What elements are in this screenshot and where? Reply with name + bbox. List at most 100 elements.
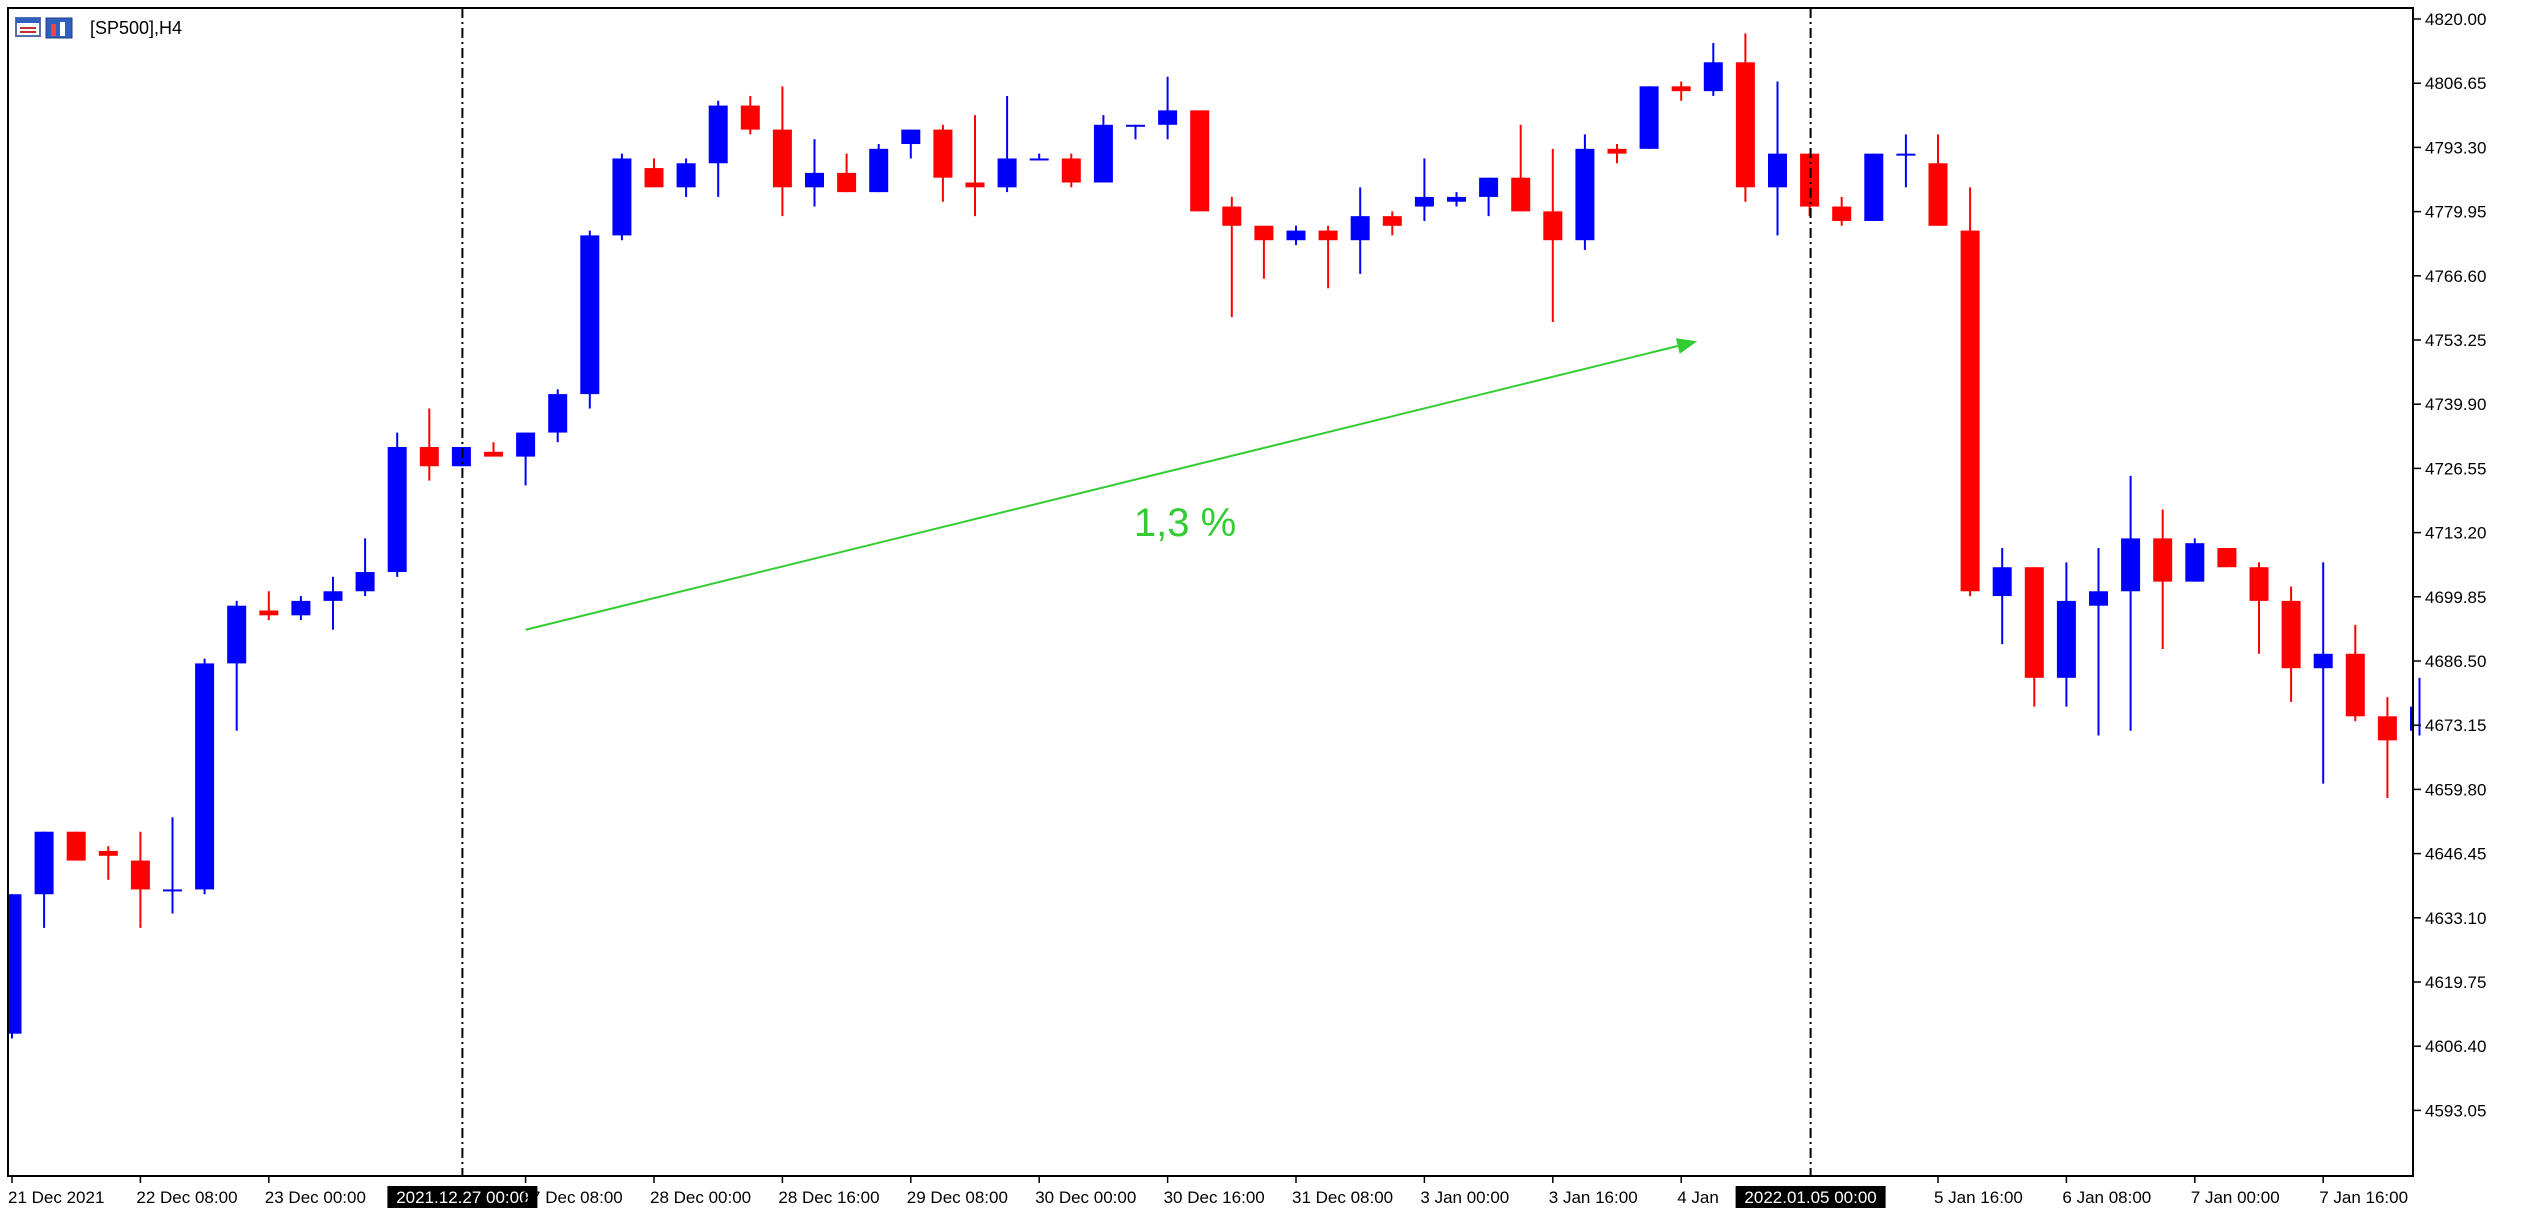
candle-body bbox=[997, 158, 1017, 188]
y-tick-label: 4793.30 bbox=[2425, 138, 2486, 157]
chart-background bbox=[0, 0, 2522, 1222]
candle-body bbox=[1158, 110, 1178, 125]
candle[interactable] bbox=[1639, 86, 1659, 149]
candle-body bbox=[1414, 196, 1434, 207]
y-tick-label: 4686.50 bbox=[2425, 652, 2486, 671]
candle-body bbox=[195, 663, 215, 890]
candle[interactable] bbox=[195, 658, 215, 895]
candle-body bbox=[1061, 158, 1081, 183]
candle[interactable] bbox=[1575, 134, 1595, 250]
candle-body bbox=[1093, 124, 1113, 183]
candle-body bbox=[1575, 148, 1595, 241]
x-tick-label: 5 Jan 16:00 bbox=[1934, 1188, 2023, 1207]
x-tick-label: 30 Dec 16:00 bbox=[1164, 1188, 1265, 1207]
candle-body bbox=[1896, 153, 1916, 156]
candle-body bbox=[66, 831, 86, 861]
candle-body bbox=[740, 105, 760, 130]
y-tick-label: 4713.20 bbox=[2425, 524, 2486, 543]
candle-body bbox=[772, 129, 792, 188]
candle-body bbox=[901, 129, 921, 145]
candle[interactable] bbox=[9, 894, 22, 1039]
candle-body bbox=[1286, 230, 1306, 241]
y-tick-label: 4753.25 bbox=[2425, 331, 2486, 350]
candle-body bbox=[1607, 148, 1627, 154]
x-tick-label: 31 Dec 08:00 bbox=[1292, 1188, 1393, 1207]
candle-body bbox=[2024, 567, 2044, 678]
y-tick-label: 4726.55 bbox=[2425, 459, 2486, 478]
candle-body bbox=[676, 163, 696, 188]
candle[interactable] bbox=[1864, 153, 1884, 221]
candle[interactable] bbox=[580, 230, 600, 409]
x-tick-label: 28 Dec 00:00 bbox=[650, 1188, 751, 1207]
candle-body bbox=[548, 394, 568, 433]
y-tick-label: 4606.40 bbox=[2425, 1037, 2486, 1056]
candle-body bbox=[2345, 653, 2365, 717]
candle-body bbox=[2153, 538, 2173, 582]
candle-body bbox=[419, 447, 439, 467]
x-tick-label: 7 Jan 16:00 bbox=[2319, 1188, 2408, 1207]
candlestick-chart[interactable]: 2021.12.27 00:00 2022.01.05 00:00 1,3 % 4… bbox=[0, 0, 2522, 1222]
y-tick-label: 4779.95 bbox=[2425, 203, 2486, 222]
candle-body bbox=[1543, 211, 1563, 241]
candle-body bbox=[1832, 206, 1852, 221]
candle-body bbox=[1864, 153, 1884, 221]
candle-body bbox=[34, 831, 54, 895]
candle-body bbox=[291, 600, 311, 616]
y-tick-label: 4633.10 bbox=[2425, 909, 2486, 928]
candle[interactable] bbox=[869, 144, 889, 193]
candle-body bbox=[1479, 177, 1499, 197]
candle-body bbox=[1800, 153, 1820, 207]
marker-label: 2021.12.27 00:00 bbox=[396, 1188, 528, 1207]
candle[interactable] bbox=[1190, 110, 1210, 212]
candle[interactable] bbox=[66, 831, 86, 861]
candle-body bbox=[130, 860, 150, 890]
chart-title-bar: [SP500],H4 bbox=[15, 17, 182, 39]
candle-body bbox=[1029, 158, 1049, 161]
x-tick-label: 4 Jan bbox=[1677, 1188, 1719, 1207]
x-tick-label: 3 Jan 00:00 bbox=[1420, 1188, 1509, 1207]
percent-change-label: 1,3 % bbox=[1134, 501, 1236, 545]
x-tick-label: 3 Jan 16:00 bbox=[1549, 1188, 1638, 1207]
candle-body bbox=[163, 889, 182, 892]
x-tick-label: 6 Jan 08:00 bbox=[2062, 1188, 2151, 1207]
candle-body bbox=[355, 572, 375, 592]
y-tick-label: 4593.05 bbox=[2425, 1101, 2486, 1120]
candle[interactable] bbox=[1061, 153, 1081, 188]
candle-body bbox=[1992, 567, 2012, 597]
candle-body bbox=[1254, 225, 1274, 241]
candle-body bbox=[1511, 177, 1531, 212]
candle-body bbox=[227, 605, 247, 664]
candle-body bbox=[612, 158, 632, 236]
x-tick-label: 27 Dec 08:00 bbox=[522, 1188, 623, 1207]
candle-body bbox=[9, 894, 22, 1034]
x-tick-label: 7 Jan 00:00 bbox=[2191, 1188, 2280, 1207]
y-tick-label: 4619.75 bbox=[2425, 973, 2486, 992]
x-tick-label: 28 Dec 16:00 bbox=[778, 1188, 879, 1207]
candle[interactable] bbox=[1093, 115, 1113, 183]
candle-body bbox=[708, 105, 728, 164]
candle-body bbox=[1126, 124, 1145, 127]
candle-body bbox=[259, 610, 279, 616]
y-tick-label: 4659.80 bbox=[2425, 780, 2486, 799]
candle-body bbox=[1639, 86, 1659, 149]
candle-body bbox=[323, 591, 343, 601]
candle[interactable] bbox=[1960, 187, 1980, 597]
chart-title: [SP500],H4 bbox=[90, 18, 182, 38]
candle-body bbox=[1382, 216, 1402, 226]
candle[interactable] bbox=[387, 432, 407, 577]
candle-body bbox=[1318, 230, 1338, 241]
candle-body bbox=[837, 172, 857, 193]
candle-body bbox=[2281, 600, 2301, 669]
candle[interactable] bbox=[2217, 547, 2237, 568]
candle-body bbox=[2249, 567, 2269, 601]
candle[interactable] bbox=[612, 153, 632, 241]
candle-body bbox=[2377, 716, 2397, 741]
candle[interactable] bbox=[2185, 538, 2205, 582]
candle-body bbox=[2089, 591, 2108, 606]
candle-body bbox=[484, 451, 503, 457]
y-tick-label: 4766.60 bbox=[2425, 267, 2486, 286]
candle-body bbox=[1735, 62, 1755, 188]
candle-body bbox=[644, 168, 664, 188]
candle-body bbox=[2313, 653, 2333, 669]
candle-body bbox=[1671, 86, 1691, 92]
